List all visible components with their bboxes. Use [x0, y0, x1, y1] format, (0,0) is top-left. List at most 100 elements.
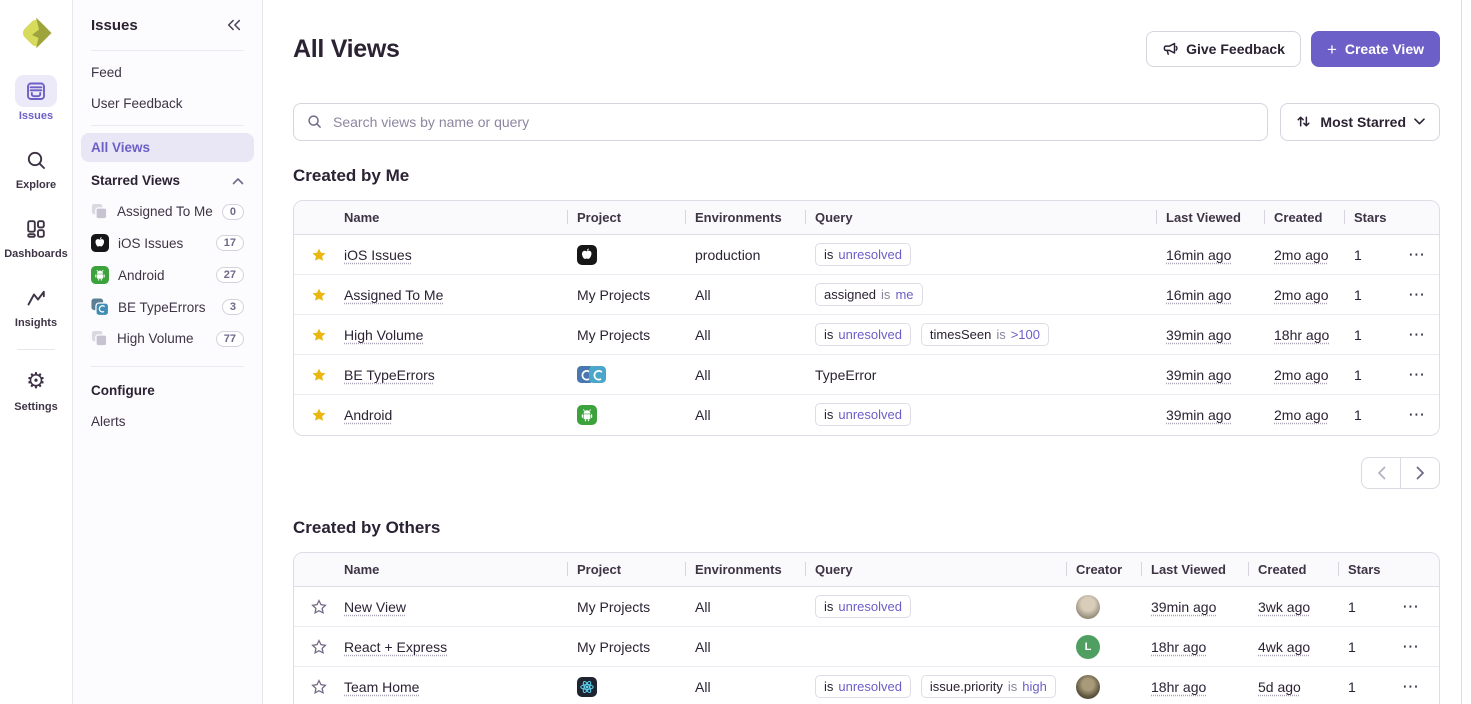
table-row[interactable]: Android All isunresolved 39min ago 2mo a…	[294, 395, 1440, 435]
environments-value: All	[695, 327, 711, 343]
row-overflow-menu[interactable]: ⋯	[1404, 283, 1429, 307]
column-header-query: Query	[805, 201, 1156, 235]
configure-section-header: Configure	[81, 373, 254, 406]
rail-item-issues[interactable]: Issues	[15, 75, 57, 122]
view-name-link[interactable]: New View	[344, 599, 406, 615]
query-plain-text: TypeError	[815, 367, 876, 383]
react-icon	[577, 677, 597, 697]
project-value: My Projects	[577, 639, 650, 655]
app-rail: Issues Explore Dashboards Insights	[0, 0, 73, 704]
collapse-sidebar-button[interactable]	[224, 16, 244, 34]
view-name-link[interactable]: iOS Issues	[344, 247, 412, 263]
view-name-link[interactable]: Team Home	[344, 679, 419, 695]
table-row[interactable]: BE TypeErrors All TypeError 39min ago 2m…	[294, 355, 1440, 395]
query-token: isunresolved	[815, 243, 911, 266]
star-toggle[interactable]	[311, 247, 327, 263]
star-toggle[interactable]	[311, 639, 327, 655]
column-header-name: Name	[334, 553, 567, 587]
starred-view-label: Android	[118, 268, 165, 283]
all-views-page: All Views Give Feedback + Create View	[263, 0, 1471, 704]
column-header-menu	[1394, 201, 1440, 235]
starred-view-ios-issues[interactable]: iOS Issues 17	[81, 227, 254, 259]
sidebar-item-all-views[interactable]: All Views	[81, 133, 254, 162]
created-by-me-table: Name Project Environments Query Last Vie…	[293, 200, 1440, 436]
previous-page-button[interactable]	[1361, 457, 1401, 489]
row-overflow-menu[interactable]: ⋯	[1404, 323, 1429, 347]
star-toggle[interactable]	[311, 407, 327, 423]
view-name-link[interactable]: High Volume	[344, 327, 423, 343]
table-row[interactable]: React + Express My Projects All L 18hr a…	[294, 627, 1440, 667]
next-page-button[interactable]	[1400, 457, 1440, 489]
search-box[interactable]	[293, 103, 1268, 141]
star-toggle[interactable]	[311, 287, 327, 303]
table-row[interactable]: New View My Projects All isunresolved 39…	[294, 587, 1440, 627]
starred-view-be-typeerrors[interactable]: BE TypeErrors 3	[81, 291, 254, 323]
rail-label: Insights	[15, 317, 57, 329]
starred-view-assigned-to-me[interactable]: Assigned To Me 0	[81, 196, 254, 227]
row-overflow-menu[interactable]: ⋯	[1404, 243, 1429, 267]
project-icons	[577, 366, 675, 383]
last-viewed-value: 18hr ago	[1151, 639, 1206, 655]
table-row[interactable]: Assigned To Me My Projects All assignedi…	[294, 275, 1440, 315]
starred-view-label: Assigned To Me	[117, 204, 213, 219]
stars-count: 1	[1354, 287, 1362, 303]
star-toggle[interactable]	[311, 679, 327, 695]
starred-view-label: BE TypeErrors	[118, 300, 206, 315]
create-view-button[interactable]: + Create View	[1311, 31, 1440, 67]
sentry-logo[interactable]	[16, 13, 56, 53]
rail-item-settings[interactable]: ⚙ Settings	[14, 366, 57, 413]
rail-label: Settings	[14, 401, 57, 413]
sidebar-item-user-feedback[interactable]: User Feedback	[81, 89, 254, 118]
sidebar-item-alerts[interactable]: Alerts	[81, 407, 254, 436]
search-icon	[307, 114, 322, 129]
environments-value: production	[695, 247, 760, 263]
row-overflow-menu[interactable]: ⋯	[1398, 635, 1423, 659]
rail-label: Dashboards	[4, 248, 68, 260]
star-toggle[interactable]	[311, 367, 327, 383]
last-viewed-value: 39min ago	[1151, 599, 1216, 615]
query-token: isunresolved	[815, 675, 911, 698]
created-value: 18hr ago	[1274, 327, 1329, 343]
row-overflow-menu[interactable]: ⋯	[1398, 595, 1423, 619]
table-row[interactable]: High Volume My Projects All isunresolved…	[294, 315, 1440, 355]
starred-view-android[interactable]: Android 27	[81, 259, 254, 291]
rail-item-insights[interactable]: Insights	[15, 282, 57, 329]
last-viewed-value: 39min ago	[1166, 407, 1231, 423]
starred-view-label: High Volume	[117, 331, 194, 346]
created-value: 2mo ago	[1274, 247, 1328, 263]
scrollbar-track[interactable]	[1461, 0, 1462, 704]
view-name-link[interactable]: Assigned To Me	[344, 287, 443, 303]
column-header-project: Project	[567, 553, 685, 587]
rail-label: Issues	[19, 110, 53, 122]
rail-divider	[17, 349, 55, 350]
column-header-menu	[1388, 553, 1440, 587]
sort-arrows-icon	[1295, 113, 1312, 130]
search-input[interactable]	[331, 113, 1254, 131]
table-row[interactable]: Team Home All isunresolved issue.priorit…	[294, 667, 1440, 704]
star-toggle[interactable]	[311, 599, 327, 615]
row-overflow-menu[interactable]: ⋯	[1404, 403, 1429, 427]
starred-views-section-toggle[interactable]: Starred Views	[81, 163, 254, 196]
rail-item-dashboards[interactable]: Dashboards	[4, 213, 68, 260]
layers-icon	[91, 203, 108, 220]
row-overflow-menu[interactable]: ⋯	[1404, 363, 1429, 387]
sort-dropdown[interactable]: Most Starred	[1280, 103, 1440, 141]
page-title: All Views	[293, 35, 400, 64]
view-name-link[interactable]: BE TypeErrors	[344, 367, 435, 383]
starred-view-high-volume[interactable]: High Volume 77	[81, 323, 254, 354]
star-toggle[interactable]	[311, 327, 327, 343]
python-stack-icon	[91, 298, 109, 316]
apple-icon	[577, 245, 597, 265]
view-name-link[interactable]: React + Express	[344, 639, 447, 655]
table-row[interactable]: iOS Issues production isunresolved 16min…	[294, 235, 1440, 275]
rail-item-explore[interactable]: Explore	[15, 144, 57, 191]
row-overflow-menu[interactable]: ⋯	[1398, 675, 1423, 699]
give-feedback-button[interactable]: Give Feedback	[1146, 31, 1301, 67]
created-value: 2mo ago	[1274, 287, 1328, 303]
stars-count: 1	[1354, 327, 1362, 343]
view-name-link[interactable]: Android	[344, 407, 392, 423]
divider	[91, 125, 244, 126]
sidebar-item-feed[interactable]: Feed	[81, 58, 254, 87]
project-value: My Projects	[577, 287, 650, 303]
dashboards-icon	[15, 213, 57, 245]
